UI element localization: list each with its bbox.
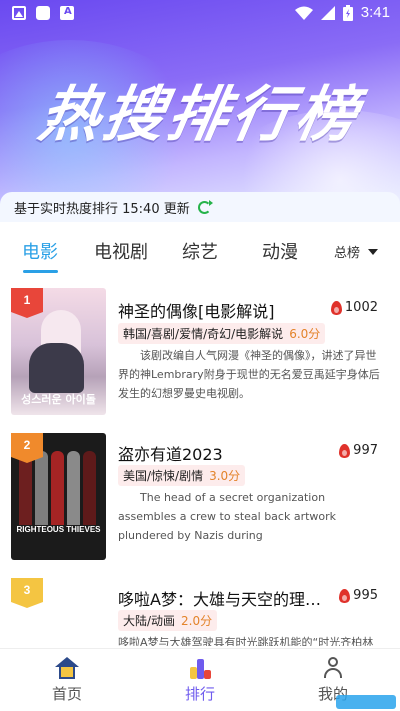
ranking-list: 성스러운 아이돌 1 神圣的偶像[电影解说] 1002 韩国/喜剧/爱情/奇幻/… [0, 278, 400, 646]
lock-notification-icon [36, 6, 50, 20]
item-description: The head of a secret organization assemb… [118, 491, 337, 542]
category-tabs: 电影 电视剧 综艺 动漫 总榜 [0, 226, 400, 278]
score: 3.0分 [209, 469, 241, 483]
poster-figure [29, 343, 84, 393]
flame-icon [339, 588, 351, 603]
hero-banner: 热搜排行榜 [0, 0, 400, 210]
item-tags: 美国/惊悚/剧情 3.0分 [118, 465, 246, 486]
app-notification-icon: A [60, 6, 74, 20]
clock: 3:41 [360, 4, 390, 21]
item-tags: 大陆/动画 2.0分 [118, 610, 218, 631]
ranking-item[interactable]: 성스러운 아이돌 1 神圣的偶像[电影解说] 1002 韩国/喜剧/爱情/奇幻/… [0, 278, 400, 418]
genre-tags: 韩国/喜剧/爱情/奇幻/电影解说 [123, 327, 284, 341]
heat-value: 1002 [344, 300, 378, 315]
item-description: 该剧改编自人气网漫《神圣的偶像》，讲述了异世界的神Lembrary附身于现世的无… [118, 349, 380, 400]
flame-icon [339, 443, 351, 458]
score: 2.0分 [181, 614, 213, 628]
status-bar: A 3:41 [0, 0, 400, 28]
genre-tags: 大陆/动画 [123, 614, 176, 628]
rank-badge: 1 [11, 288, 43, 318]
bottom-navigation: 首页 排行 我的 [0, 648, 400, 711]
heat-count: 995 [339, 588, 378, 603]
home-icon [55, 657, 79, 679]
user-icon [321, 657, 345, 679]
gallery-notification-icon [12, 6, 26, 20]
heat-count: 1002 [330, 300, 378, 315]
item-title: 神圣的偶像[电影解说] [118, 302, 275, 321]
poster-figure [83, 451, 96, 525]
item-title: 盗亦有道2023 [118, 445, 223, 464]
tab-anime[interactable]: 动漫 [262, 238, 298, 264]
update-text: 基于实时热度排行 15:40 更新 [14, 201, 190, 217]
wifi-icon [294, 6, 313, 20]
poster-title: 성스러운 아이돌 [21, 393, 96, 406]
rank-type-label: 总榜 [333, 246, 360, 261]
nav-ranking[interactable]: 排行 [160, 657, 240, 704]
poster-figure [67, 451, 80, 525]
tab-tv-series[interactable]: 电视剧 [94, 238, 148, 264]
genre-tags: 美国/惊悚/剧情 [123, 469, 204, 483]
ranking-item[interactable]: RIGHTEOUS THIEVES 2 盗亦有道2023 997 美国/惊悚/剧… [0, 423, 400, 563]
poster-figure [35, 451, 48, 525]
flame-icon [330, 300, 342, 315]
caret-down-icon [368, 248, 378, 255]
item-tags: 韩国/喜剧/爱情/奇幻/电影解说 6.0分 [118, 323, 326, 344]
item-title: 哆啦A梦：大雄与天空的理想乡 [118, 590, 333, 609]
score: 6.0分 [289, 327, 321, 341]
refresh-icon[interactable] [197, 199, 213, 214]
rank-badge: 3 [11, 578, 43, 608]
heat-value: 997 [353, 443, 378, 458]
nav-home[interactable]: 首页 [27, 657, 107, 704]
ranking-icon [188, 657, 212, 679]
watermark [336, 695, 396, 709]
nav-home-label: 首页 [51, 685, 82, 703]
heat-value: 995 [353, 588, 378, 603]
battery-icon [342, 4, 353, 21]
signal-icon [320, 5, 335, 20]
rank-badge: 2 [11, 433, 43, 463]
nav-ranking-label: 排行 [184, 685, 215, 703]
tab-movie[interactable]: 电影 [22, 238, 58, 264]
heat-count: 997 [339, 443, 378, 458]
ranking-item[interactable]: 3 哆啦A梦：大雄与天空的理想乡 995 大陆/动画 2.0分 哆啦A梦与大雄驾… [0, 568, 400, 646]
tab-variety[interactable]: 综艺 [182, 238, 218, 264]
poster-title: RIGHTEOUS THIEVES [16, 525, 101, 534]
hero-title: 热搜排行榜 [33, 80, 367, 150]
active-tab-indicator [23, 270, 58, 273]
item-description: 哆啦A梦与大雄驾驶具有时光跳跃机能的“时光齐柏林 [118, 636, 374, 646]
rank-type-select[interactable]: 总榜 [334, 242, 378, 261]
update-strip: 基于实时热度排行 15:40 更新 [0, 192, 400, 222]
poster-figure [51, 451, 64, 525]
